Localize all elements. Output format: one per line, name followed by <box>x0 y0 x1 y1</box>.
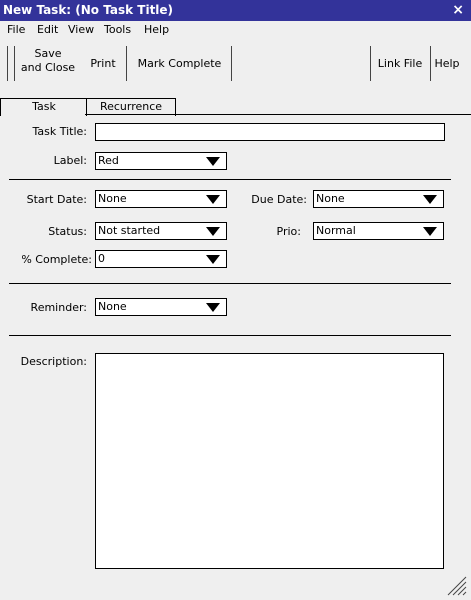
label-select-value: Red <box>98 154 119 167</box>
window-title-bar: New Task: (No Task Title) <box>0 0 471 21</box>
due-date-value: None <box>316 192 345 205</box>
status-select[interactable]: Not started <box>95 222 227 240</box>
save-and-close-button[interactable]: Save and Close <box>17 47 79 75</box>
toolbar-separator <box>126 46 127 81</box>
chevron-down-icon <box>206 255 220 264</box>
percent-complete-value: 0 <box>98 252 105 265</box>
prio-label: Prio: <box>276 225 301 238</box>
chevron-down-icon <box>423 195 437 204</box>
chevron-down-icon <box>206 303 220 312</box>
label-select[interactable]: Red <box>95 152 227 170</box>
start-date-value: None <box>98 192 127 205</box>
reminder-select[interactable]: None <box>95 298 227 316</box>
status-value: Not started <box>98 224 161 237</box>
reminder-value: None <box>98 300 127 313</box>
toolbar-separator <box>7 46 8 81</box>
label-field-label: Label: <box>53 154 87 167</box>
prio-select[interactable]: Normal <box>313 222 444 240</box>
link-file-button[interactable]: Link File <box>373 57 427 71</box>
menu-file[interactable]: File <box>7 23 25 36</box>
save-and-close-label-line1: Save <box>34 47 62 60</box>
mark-complete-button[interactable]: Mark Complete <box>132 57 227 71</box>
toolbar-separator <box>14 46 15 81</box>
reminder-label: Reminder: <box>30 301 87 314</box>
save-and-close-label-line2: and Close <box>20 61 76 74</box>
menu-view[interactable]: View <box>68 23 94 36</box>
task-title-input[interactable] <box>95 123 445 141</box>
menu-help[interactable]: Help <box>144 23 169 36</box>
due-date-select[interactable]: None <box>313 190 444 208</box>
toolbar-separator <box>430 46 431 81</box>
menu-bar: File Edit View Tools Help <box>0 21 471 38</box>
resize-grip-icon[interactable] <box>445 574 467 596</box>
percent-complete-select[interactable]: 0 <box>95 250 227 268</box>
chevron-down-icon <box>206 195 220 204</box>
due-date-label: Due Date: <box>251 193 307 206</box>
toolbar-separator <box>231 46 232 81</box>
status-label: Status: <box>48 225 87 238</box>
chevron-down-icon <box>206 157 220 166</box>
divider <box>9 179 451 180</box>
menu-edit[interactable]: Edit <box>37 23 58 36</box>
help-button[interactable]: Help <box>432 57 462 71</box>
task-title-label: Task Title: <box>32 125 87 138</box>
active-tab-gap <box>1 114 85 115</box>
prio-value: Normal <box>316 224 356 237</box>
description-label: Description: <box>20 355 87 368</box>
toolbar: Save and Close Print Mark Complete Link … <box>0 38 471 96</box>
description-textarea[interactable] <box>95 353 444 569</box>
divider <box>9 283 451 284</box>
close-icon[interactable]: × <box>452 2 464 18</box>
percent-complete-label: % Complete: <box>21 253 92 266</box>
start-date-select[interactable]: None <box>95 190 227 208</box>
start-date-label: Start Date: <box>26 193 87 206</box>
window-title: New Task: (No Task Title) <box>3 3 174 17</box>
toolbar-separator <box>370 46 371 81</box>
chevron-down-icon <box>206 227 220 236</box>
divider <box>9 335 451 336</box>
menu-tools[interactable]: Tools <box>104 23 131 36</box>
print-button[interactable]: Print <box>84 57 122 71</box>
chevron-down-icon <box>423 227 437 236</box>
